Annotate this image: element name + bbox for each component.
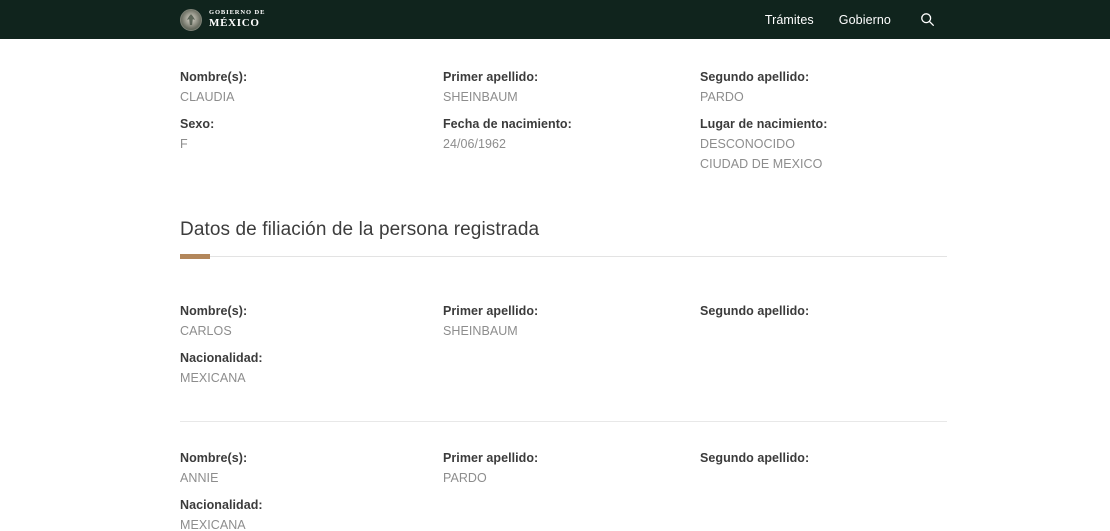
field-primer-apellido: Primer apellido: SHEINBAUM [443,301,700,341]
registered-person-section: Nombre(s): CLAUDIA Primer apellido: SHEI… [180,67,947,174]
field-label: Nombre(s): [180,451,248,465]
field-value: PARDO [700,90,744,104]
field-value [700,468,947,488]
field-row-spacer [180,107,947,114]
field-label: Lugar de nacimiento: [700,117,828,131]
field-nombres: Nombre(s): ANNIE [180,448,443,488]
field-segundo-apellido: Segundo apellido: [700,448,947,488]
field-value: CARLOS [180,324,232,338]
brand-line-gobierno-de: GOBIERNO DE [209,9,266,17]
field-value: MEXICANA [180,518,246,531]
field-nombres: Nombre(s): CARLOS [180,301,443,341]
field-nacionalidad: Nacionalidad: MEXICANA [180,348,443,388]
header-nav: Trámites Gobierno [765,12,935,27]
field-value: SHEINBAUM [443,324,518,338]
parent1-fields-row2: Nacionalidad: MEXICANA [180,348,947,388]
field-primer-apellido: Primer apellido: SHEINBAUM [443,67,700,107]
section-title-rule [180,254,947,259]
parent2-fields-row2: Nacionalidad: MEXICANA [180,495,947,531]
nav-link-tramites[interactable]: Trámites [765,13,814,27]
registered-person-fields-row1: Nombre(s): CLAUDIA Primer apellido: SHEI… [180,67,947,107]
top-spacer [180,39,947,67]
filiation-parent-block: Nombre(s): CARLOS Primer apellido: SHEIN… [180,301,947,388]
field-value: SHEINBAUM [443,90,518,104]
page-body: Nombre(s): CLAUDIA Primer apellido: SHEI… [0,39,1110,531]
site-header: GOBIERNO DE MÉXICO Trámites Gobierno [0,0,1110,39]
field-value: CLAUDIA [180,90,235,104]
field-value: MEXICANA [180,371,246,385]
field-label: Fecha de nacimiento: [443,117,572,131]
field-sexo: Sexo: F [180,114,443,174]
header-inner: GOBIERNO DE MÉXICO Trámites Gobierno [0,8,1110,31]
mexican-eagle-seal-icon [180,8,202,31]
field-value: F [180,137,188,151]
field-label: Primer apellido: [443,70,539,84]
field-value: DESCONOCIDO CIUDAD DE MEXICO [700,137,823,171]
parent-block-spacer [180,422,947,448]
filiation-parent-block: Nombre(s): ANNIE Primer apellido: PARDO … [180,448,947,531]
field-nacionalidad: Nacionalidad: MEXICANA [180,495,443,531]
field-primer-apellido: Primer apellido: PARDO [443,448,700,488]
field-label: Nacionalidad: [180,498,263,512]
field-row-spacer [180,341,947,348]
field-label: Segundo apellido: [700,451,810,465]
field-label: Segundo apellido: [700,304,810,318]
field-lugar-nacimiento: Lugar de nacimiento: DESCONOCIDO CIUDAD … [700,114,947,174]
field-label: Primer apellido: [443,451,539,465]
field-value [700,321,947,341]
field-label: Segundo apellido: [700,70,810,84]
field-fecha-nacimiento: Fecha de nacimiento: 24/06/1962 [443,114,700,174]
brand-line-mexico: MÉXICO [209,16,260,29]
field-label: Primer apellido: [443,304,539,318]
registered-person-fields-row2: Sexo: F Fecha de nacimiento: 24/06/1962 … [180,114,947,174]
field-segundo-apellido: Segundo apellido: PARDO [700,67,947,107]
field-label: Nacionalidad: [180,351,263,365]
field-label: Sexo: [180,117,215,131]
field-value: 24/06/1962 [443,137,507,151]
field-segundo-apellido: Segundo apellido: [700,301,947,341]
nav-link-gobierno[interactable]: Gobierno [839,13,891,27]
parent2-fields-row1: Nombre(s): ANNIE Primer apellido: PARDO … [180,448,947,488]
field-label: Nombre(s): [180,70,248,84]
field-value: ANNIE [180,471,219,485]
filiation-section: Datos de filiación de la persona registr… [180,218,947,531]
field-row-spacer [180,488,947,495]
field-value: PARDO [443,471,487,485]
page-title: Datos de filiación de la persona registr… [180,219,540,240]
search-button[interactable] [920,12,935,27]
field-label: Nombre(s): [180,304,248,318]
field-nombres: Nombre(s): CLAUDIA [180,67,443,107]
gobierno-mexico-logo[interactable]: GOBIERNO DE MÉXICO [180,8,265,31]
content-column: Nombre(s): CLAUDIA Primer apellido: SHEI… [180,39,947,531]
search-icon [921,13,934,26]
parent-block-spacer [180,388,947,421]
parent1-fields-row1: Nombre(s): CARLOS Primer apellido: SHEIN… [180,301,947,341]
brand-wordmark: GOBIERNO DE MÉXICO [209,10,265,29]
